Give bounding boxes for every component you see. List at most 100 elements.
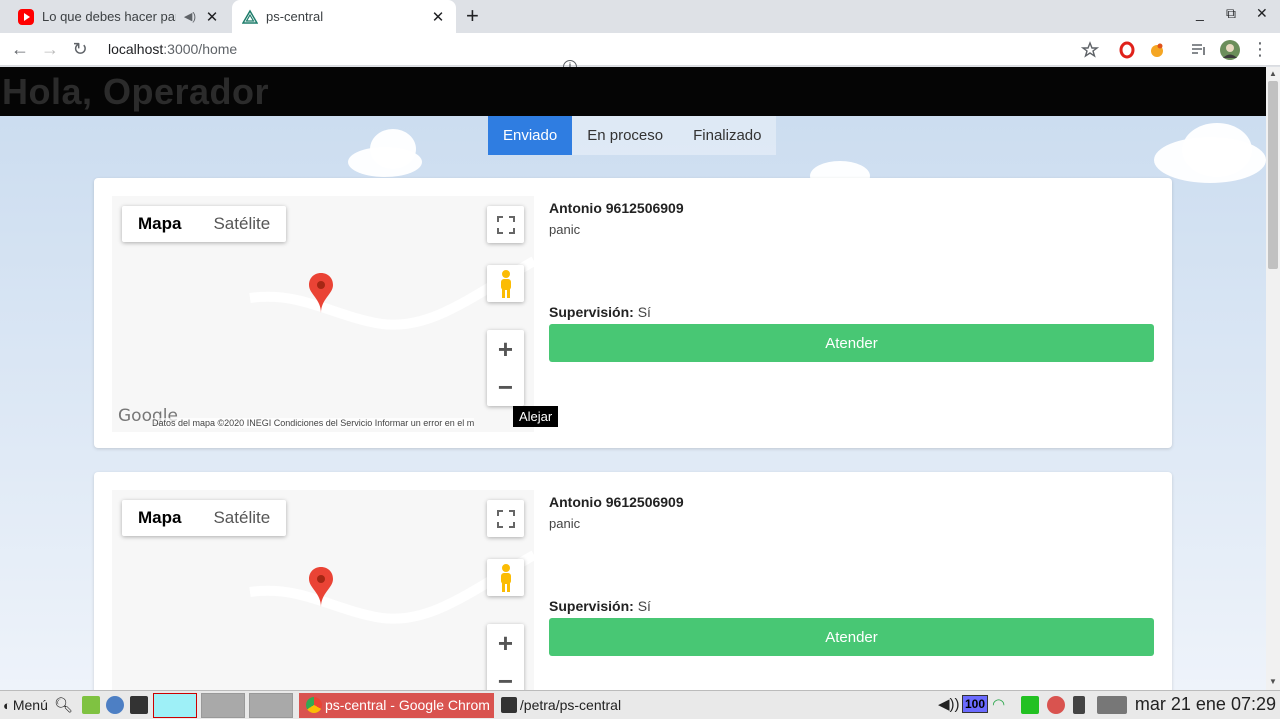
network-graph-icon[interactable] [1097,696,1127,714]
start-menu-label: Menú [12,697,48,713]
contact-phone: 9612506909 [605,494,684,510]
fullscreen-icon [496,215,515,234]
browser-tab-ps-central[interactable]: ps-central ✕ [232,0,456,33]
map-marker-icon[interactable] [309,273,333,313]
restore-button[interactable]: ⧉ [1226,5,1236,22]
map-type-control: Mapa Satélite [122,206,287,242]
extension-icon[interactable] [1148,41,1166,59]
map-type-satellite-button[interactable]: Satélite [197,500,286,536]
street-view-button[interactable] [487,265,524,302]
start-menu-button[interactable]: ◐ Menú [3,691,48,719]
update-icon[interactable] [1047,696,1065,714]
map-attribution[interactable]: Datos del mapa ©2020 INEGI Condiciones d… [152,418,475,428]
zoom-out-tooltip: Alejar [513,406,559,427]
alert-type: panic [549,516,581,531]
tab-finalizado[interactable]: Finalizado [678,116,777,155]
attend-button[interactable]: Atender [549,618,1154,656]
page-viewport: Hola, Operador Enviado En proceso Finali… [0,67,1266,690]
youtube-icon [18,8,34,25]
supervision-label: Supervisión: [549,598,634,614]
map-type-control: Mapa Satélite [122,500,287,536]
scroll-down-arrow-icon[interactable]: ▼ [1269,677,1277,686]
status-tabs: Enviado En proceso Finalizado [488,116,777,155]
fullscreen-button[interactable] [487,500,524,537]
map[interactable]: Mapa Satélite + − [112,490,534,690]
clock[interactable]: mar 21 ene 07:29 [1135,694,1276,715]
new-tab-button[interactable]: + [466,4,479,28]
page-scrollbar[interactable]: ▲ ▼ [1266,67,1280,690]
browser-menu-icon[interactable]: ⋮ [1250,38,1270,60]
alert-info: Antonio 9612506909 panic [549,200,1154,237]
browser-tab-youtube[interactable]: Lo que debes hacer par ◀) ✕ [8,0,230,33]
vuetify-icon [242,9,258,24]
alert-type: panic [549,222,581,237]
url-host: localhost [108,41,164,57]
chrome-icon [305,697,322,713]
tab-en-proceso[interactable]: En proceso [572,116,679,155]
zoom-in-button[interactable]: + [487,624,524,662]
tab-title: ps-central [266,9,324,24]
map-marker-icon[interactable] [309,567,333,607]
terminal-icon[interactable] [129,696,148,714]
close-icon[interactable]: ✕ [204,8,220,26]
contact-phone: 9612506909 [605,200,684,216]
media-control-icon[interactable] [1190,41,1208,59]
close-icon[interactable]: ✕ [430,8,446,26]
page-title: Hola, Operador [2,71,270,112]
back-button[interactable]: ← [10,38,30,60]
alert-info: Antonio 9612506909 panic [549,494,1154,531]
search-icon[interactable]: 🔍︎ [54,696,73,714]
disk-icon[interactable] [1021,696,1039,714]
contact-name: Antonio 9612506909 [549,494,1154,510]
taskbar-chrome-window[interactable]: ps-central - Google Chrom [298,692,494,718]
zoom-out-button[interactable]: − [487,368,524,406]
contact-name-text: Antonio [549,494,602,510]
attend-button[interactable]: Atender [549,324,1154,362]
clipboard-icon[interactable] [1073,696,1085,714]
opera-icon[interactable] [1118,41,1136,59]
supervision-status: Supervisión: Sí [549,304,651,320]
volume-icon[interactable]: ◀)) [938,695,960,713]
speaker-icon[interactable]: ◀) [184,10,196,23]
contact-name: Antonio 9612506909 [549,200,1154,216]
workspace-1[interactable] [152,692,197,718]
zoom-in-button[interactable]: + [487,330,524,368]
workspace-2[interactable] [200,692,245,718]
fullscreen-button[interactable] [487,206,524,243]
scrollbar-thumb[interactable] [1268,81,1278,269]
supervision-label: Supervisión: [549,304,634,320]
address-bar[interactable]: i localhost :3000/home [108,38,577,74]
scroll-up-arrow-icon[interactable]: ▲ [1269,69,1277,78]
window-close-button[interactable]: ✕ [1256,5,1268,22]
map-type-map-button[interactable]: Mapa [122,206,197,242]
bookmark-star-icon[interactable] [1081,41,1099,59]
cloud-decoration [370,129,416,169]
supervision-status: Supervisión: Sí [549,598,651,614]
map[interactable]: Mapa Satélite + − Google Datos del mapa … [112,196,534,432]
street-view-button[interactable] [487,559,524,596]
file-manager-icon[interactable] [81,696,100,714]
reload-button[interactable]: ↻ [70,38,90,60]
workspace-3[interactable] [248,692,293,718]
map-type-map-button[interactable]: Mapa [122,500,197,536]
url-path: :3000/home [163,41,238,57]
chrome-task-title: ps-central - Google Chrom [324,697,490,713]
browser-toolbar: ← → ↻ i localhost :3000/home ⋮ [0,33,1280,74]
map-type-satellite-button[interactable]: Satélite [197,206,286,242]
zoom-out-button[interactable]: − [487,662,524,691]
web-browser-icon[interactable] [105,696,124,714]
profile-avatar-icon[interactable] [1219,39,1241,61]
minimize-button[interactable]: _ [1196,5,1204,21]
battery-indicator[interactable]: 100 [962,695,989,713]
taskbar-terminal-window[interactable]: /petra/ps-central [494,693,625,718]
supervision-value: Sí [637,304,651,320]
supervision-value: Sí [637,598,651,614]
browser-tabstrip: Lo que debes hacer par ◀) ✕ ps-central ✕… [0,0,1280,33]
wifi-icon[interactable]: ◠ [992,695,1005,713]
page-header: Hola, Operador [0,67,1266,116]
pegman-icon [500,563,511,592]
zoom-control: + − [487,624,524,690]
pegman-icon [500,269,511,298]
tab-enviado[interactable]: Enviado [488,116,573,155]
forward-button[interactable]: → [40,38,60,60]
